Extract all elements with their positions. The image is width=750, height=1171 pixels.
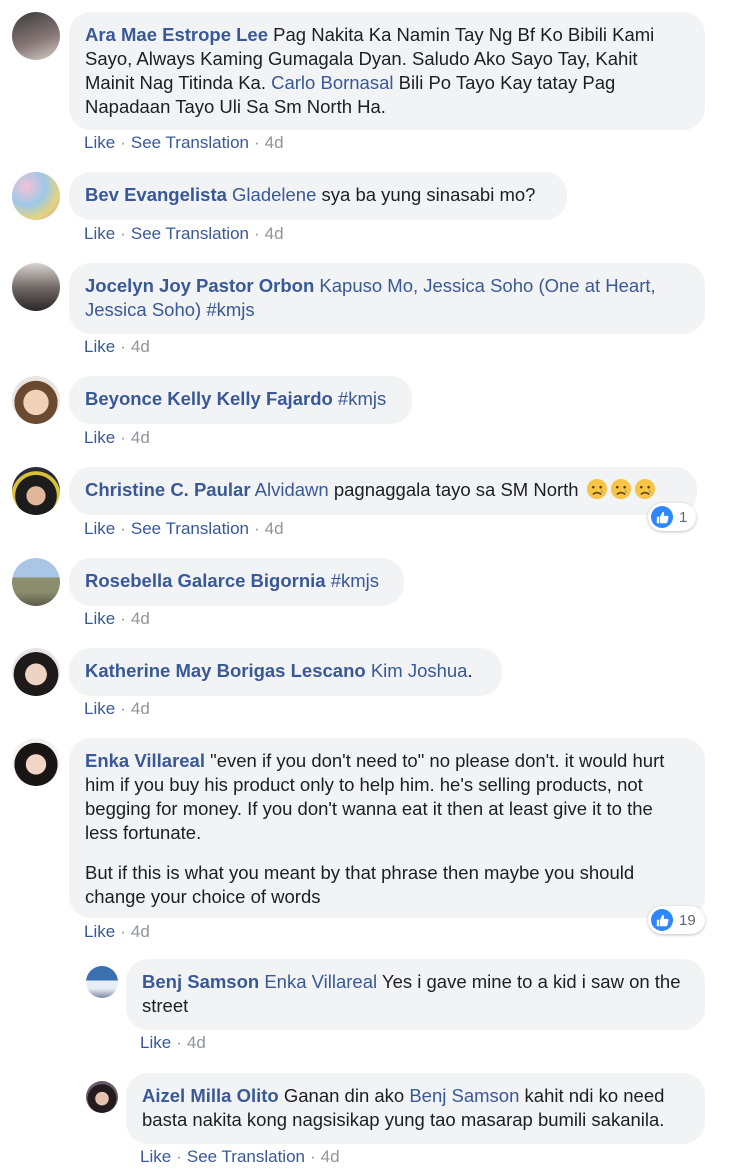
comment-actions: Like · 4d (84, 922, 150, 941)
avatar[interactable] (86, 1081, 118, 1113)
comment-bubble: Christine C. Paular Alvidawn pagnaggala … (69, 467, 697, 515)
avatar[interactable] (12, 263, 60, 311)
comment-timestamp[interactable]: 4d (265, 133, 284, 152)
like-link[interactable]: Like (84, 609, 115, 628)
like-link[interactable]: Like (84, 224, 115, 243)
comment-actions: Like · 4d (84, 609, 150, 628)
comment-bubble: Katherine May Borigas Lescano Kim Joshua… (69, 648, 502, 696)
comment-actions: Like · 4d (84, 699, 150, 718)
like-link[interactable]: Like (140, 1147, 171, 1166)
reply-actions: Like · 4d (140, 1033, 206, 1052)
comment-author[interactable]: Beyonce Kelly Kelly Fajardo (85, 388, 333, 409)
like-link[interactable]: Like (84, 337, 115, 356)
reply-mention[interactable]: Benj Samson (409, 1085, 519, 1106)
comment-text: . (467, 660, 473, 681)
comment-author[interactable]: Katherine May Borigas Lescano (85, 660, 366, 681)
reply-text: Ganan din ako (278, 1085, 410, 1106)
thumbs-up-icon (651, 506, 673, 528)
comment-author[interactable]: Ara Mae Estrope Lee (85, 24, 268, 45)
avatar[interactable] (12, 12, 60, 60)
reaction-count-value: 19 (679, 911, 696, 929)
comment-bubble: Jocelyn Joy Pastor Orbon Kapuso Mo, Jess… (69, 263, 705, 334)
crying-face-icon (586, 478, 607, 500)
comment-author[interactable]: Rosebella Galarce Bigornia (85, 570, 326, 591)
avatar[interactable] (12, 376, 60, 424)
like-link[interactable]: Like (84, 133, 115, 152)
avatar[interactable] (12, 558, 60, 606)
reply-mention[interactable]: Enka Villareal (264, 971, 377, 992)
comment-timestamp[interactable]: 4d (265, 224, 284, 243)
comment-timestamp[interactable]: 4d (131, 922, 150, 941)
comment-author[interactable]: Jocelyn Joy Pastor Orbon (85, 275, 314, 296)
see-translation-link[interactable]: See Translation (187, 1147, 305, 1166)
like-link[interactable]: Like (84, 519, 115, 538)
comment-author[interactable]: Christine C. Paular (85, 479, 251, 500)
comment-mention[interactable]: Gladelene (232, 184, 316, 205)
reply-timestamp[interactable]: 4d (187, 1033, 206, 1052)
crying-face-icon (634, 478, 655, 500)
comment-actions: Like · 4d (84, 428, 150, 447)
reply-bubble: Benj Samson Enka Villareal Yes i gave mi… (126, 959, 705, 1030)
comment-actions: Like · See Translation · 4d (84, 519, 284, 538)
reply-bubble: Aizel Milla Olito Ganan din ako Benj Sam… (126, 1073, 705, 1144)
see-translation-link[interactable]: See Translation (131, 224, 249, 243)
comment-timestamp[interactable]: 4d (131, 699, 150, 718)
reaction-count[interactable]: 1 (648, 503, 697, 531)
comment-mention[interactable]: Alvidawn (255, 479, 329, 500)
comment-timestamp[interactable]: 4d (131, 609, 150, 628)
avatar[interactable] (12, 172, 60, 220)
hashtag[interactable]: #kmjs (326, 570, 379, 591)
avatar[interactable] (12, 467, 60, 515)
comment-text: pagnaggala tayo sa SM North (328, 479, 584, 500)
reaction-count[interactable]: 19 (648, 906, 705, 934)
comment-bubble: Rosebella Galarce Bigornia #kmjs (69, 558, 404, 606)
like-link[interactable]: Like (84, 428, 115, 447)
comment-bubble: Bev Evangelista Gladelene sya ba yung si… (69, 172, 567, 220)
comment-mention[interactable]: Carlo Bornasal (271, 72, 393, 93)
comment-actions: Like · See Translation · 4d (84, 133, 284, 152)
hashtag[interactable]: #kmjs (333, 388, 386, 409)
reaction-count-value: 1 (679, 508, 688, 526)
comment-bubble: Beyonce Kelly Kelly Fajardo #kmjs (69, 376, 412, 424)
comment-bubble: Ara Mae Estrope Lee Pag Nakita Ka Namin … (69, 12, 705, 130)
crying-face-icon (610, 478, 631, 500)
comment-timestamp[interactable]: 4d (131, 337, 150, 356)
reply-author[interactable]: Aizel Milla Olito (142, 1085, 279, 1106)
avatar[interactable] (12, 738, 60, 786)
comment-paragraph: Enka Villareal "even if you don't need t… (85, 749, 689, 845)
reply-author[interactable]: Benj Samson (142, 971, 259, 992)
comment-paragraph: But if this is what you meant by that ph… (85, 862, 635, 907)
comment-author[interactable]: Enka Villareal (85, 750, 205, 771)
comment-author[interactable]: Bev Evangelista (85, 184, 227, 205)
avatar[interactable] (86, 966, 118, 998)
comment-bubble: Enka Villareal "even if you don't need t… (69, 738, 705, 918)
like-link[interactable]: Like (140, 1033, 171, 1052)
thumbs-up-icon (651, 909, 673, 931)
comment-text: sya ba yung sinasabi mo? (316, 184, 536, 205)
see-translation-link[interactable]: See Translation (131, 133, 249, 152)
comment-timestamp[interactable]: 4d (131, 428, 150, 447)
avatar[interactable] (12, 648, 60, 696)
comment-actions: Like · 4d (84, 337, 150, 356)
see-translation-link[interactable]: See Translation (131, 519, 249, 538)
like-link[interactable]: Like (84, 699, 115, 718)
reply-timestamp[interactable]: 4d (321, 1147, 340, 1166)
like-link[interactable]: Like (84, 922, 115, 941)
reply-actions: Like · See Translation · 4d (140, 1147, 340, 1166)
comment-actions: Like · See Translation · 4d (84, 224, 284, 243)
comment-mention[interactable]: Kim Joshua (371, 660, 468, 681)
comment-timestamp[interactable]: 4d (265, 519, 284, 538)
